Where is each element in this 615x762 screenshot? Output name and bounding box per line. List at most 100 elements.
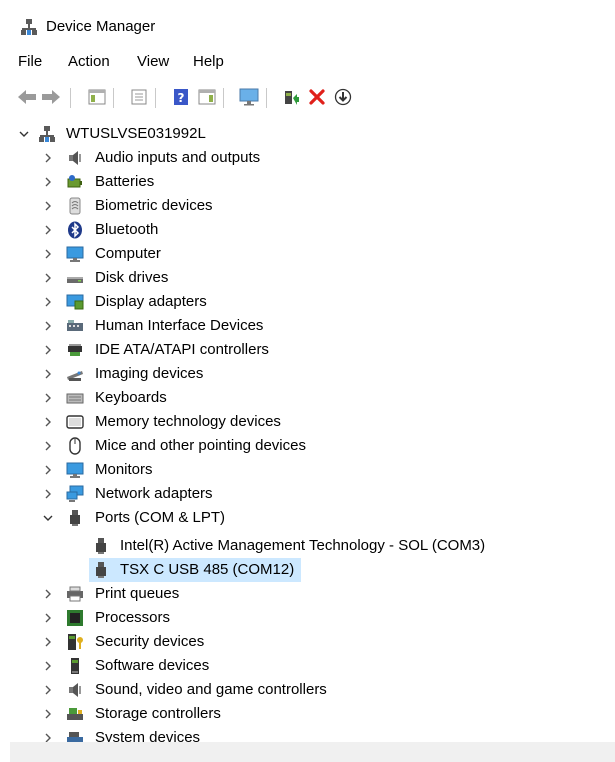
chevron-right-icon[interactable] [42, 588, 54, 600]
tree-item-batteries[interactable]: Batteries [0, 170, 615, 194]
tree-item-network-adapters[interactable]: Network adapters [0, 482, 615, 506]
menu-action[interactable]: Action [68, 52, 110, 72]
tree-item-computer[interactable]: Computer [0, 242, 615, 266]
tree-item-memory-technology[interactable]: Memory technology devices [0, 410, 615, 434]
toolbar-separator [266, 88, 267, 108]
chevron-right-icon[interactable] [42, 684, 54, 696]
display-adapter-icon [66, 294, 84, 310]
tree-item-label: Mice and other pointing devices [95, 437, 306, 454]
chevron-right-icon[interactable] [42, 416, 54, 428]
title-bar: Device Manager [0, 0, 615, 44]
tree-item-mice[interactable]: Mice and other pointing devices [0, 434, 615, 458]
tree-item-disk-drives[interactable]: Disk drives [0, 266, 615, 290]
chevron-right-icon[interactable] [42, 636, 54, 648]
device-tree: WTUSLVSE031992L Audio inputs and outputs… [0, 118, 615, 742]
status-bar [10, 742, 615, 762]
tree-item-label: Ports (COM & LPT) [95, 509, 226, 526]
chevron-right-icon[interactable] [42, 248, 54, 260]
tree-item-processors[interactable]: Processors [0, 606, 615, 630]
disable-device-button[interactable] [332, 86, 354, 108]
port-icon [70, 510, 80, 526]
tree-root-label: WTUSLVSE031992L [66, 125, 206, 142]
battery-icon [67, 175, 82, 188]
chevron-right-icon[interactable] [42, 224, 54, 236]
tree-item-label: Computer [95, 245, 161, 262]
computer-network-icon [39, 126, 55, 142]
monitor-icon [66, 462, 84, 478]
tree-item-label: Imaging devices [95, 365, 204, 382]
system-devices-icon [67, 732, 83, 742]
camera-icon [67, 371, 83, 381]
chevron-right-icon[interactable] [42, 440, 54, 452]
toolbar-separator [155, 88, 156, 108]
tree-item-sound-video-game[interactable]: Sound, video and game controllers [0, 678, 615, 702]
tree-item-label: Security devices [95, 633, 205, 650]
toolbar: ? [10, 80, 610, 114]
tree-item-storage-controllers[interactable]: Storage controllers [0, 702, 615, 726]
chevron-right-icon[interactable] [42, 708, 54, 720]
forward-button[interactable] [40, 86, 62, 108]
tree-item-bluetooth[interactable]: Bluetooth [0, 218, 615, 242]
uninstall-device-button[interactable] [306, 86, 328, 108]
tree-item-ide[interactable]: IDE ATA/ATAPI controllers [0, 338, 615, 362]
tree-item-biometric[interactable]: Biometric devices [0, 194, 615, 218]
scan-hardware-button[interactable] [238, 86, 260, 108]
tree-item-keyboards[interactable]: Keyboards [0, 386, 615, 410]
menu-file[interactable]: File [18, 52, 42, 72]
tree-item-ports[interactable]: Ports (COM & LPT) [0, 506, 615, 530]
down-arrow-circle-icon [334, 88, 352, 106]
chevron-right-icon[interactable] [42, 176, 54, 188]
chevron-right-icon[interactable] [42, 732, 54, 742]
tree-item-label: Biometric devices [95, 197, 213, 214]
properties-icon [131, 89, 147, 105]
menu-help[interactable]: Help [193, 52, 224, 72]
processor-icon [67, 610, 83, 626]
chevron-right-icon[interactable] [42, 296, 54, 308]
tree-item-software-devices[interactable]: Software devices [0, 654, 615, 678]
tree-item-label: Intel(R) Active Management Technology - … [120, 537, 486, 554]
chevron-right-icon[interactable] [42, 344, 54, 356]
fingerprint-icon [69, 197, 81, 215]
tree-item-hid[interactable]: Human Interface Devices [0, 314, 615, 338]
tree-item-print-queues[interactable]: Print queues [0, 582, 615, 606]
tree-item-label: Batteries [95, 173, 155, 190]
tree-item-audio[interactable]: Audio inputs and outputs [0, 146, 615, 170]
chevron-right-icon[interactable] [42, 320, 54, 332]
tree-item-label: System devices [95, 729, 201, 742]
chevron-right-icon[interactable] [42, 200, 54, 212]
back-button[interactable] [16, 86, 38, 108]
chevron-down-icon[interactable] [42, 512, 54, 524]
tree-item-security-devices[interactable]: Security devices [0, 630, 615, 654]
chevron-right-icon[interactable] [42, 368, 54, 380]
update-driver-button[interactable] [280, 86, 302, 108]
chevron-right-icon[interactable] [42, 660, 54, 672]
tree-item-label: Audio inputs and outputs [95, 149, 261, 166]
chevron-right-icon[interactable] [42, 464, 54, 476]
console-tree-button[interactable] [86, 86, 108, 108]
chevron-right-icon[interactable] [42, 392, 54, 404]
help-button[interactable]: ? [170, 86, 192, 108]
port-icon [96, 538, 106, 554]
window-title: Device Manager [46, 18, 156, 35]
tree-item-system-devices[interactable]: System devices [0, 726, 615, 742]
tree-item-label: Disk drives [95, 269, 169, 286]
chevron-down-icon[interactable] [18, 128, 30, 140]
monitor-scan-icon [239, 88, 259, 106]
tree-item-port-tsx-usb-485[interactable]: TSX C USB 485 (COM12) [0, 558, 615, 582]
disk-drive-icon [67, 277, 83, 283]
tree-root[interactable]: WTUSLVSE031992L [0, 122, 615, 146]
tree-item-display-adapters[interactable]: Display adapters [0, 290, 615, 314]
properties-button[interactable] [128, 86, 150, 108]
chevron-right-icon[interactable] [42, 152, 54, 164]
network-adapter-icon [66, 485, 84, 502]
tree-item-monitors[interactable]: Monitors [0, 458, 615, 482]
chevron-right-icon[interactable] [42, 488, 54, 500]
action-pane-button[interactable] [196, 86, 218, 108]
chevron-right-icon[interactable] [42, 272, 54, 284]
chevron-right-icon[interactable] [42, 612, 54, 624]
menu-view[interactable]: View [137, 52, 169, 72]
tree-item-label: Sound, video and game controllers [95, 681, 327, 698]
tree-item-imaging[interactable]: Imaging devices [0, 362, 615, 386]
tree-item-port-intel-amt[interactable]: Intel(R) Active Management Technology - … [0, 534, 615, 558]
speaker-icon [69, 151, 81, 165]
